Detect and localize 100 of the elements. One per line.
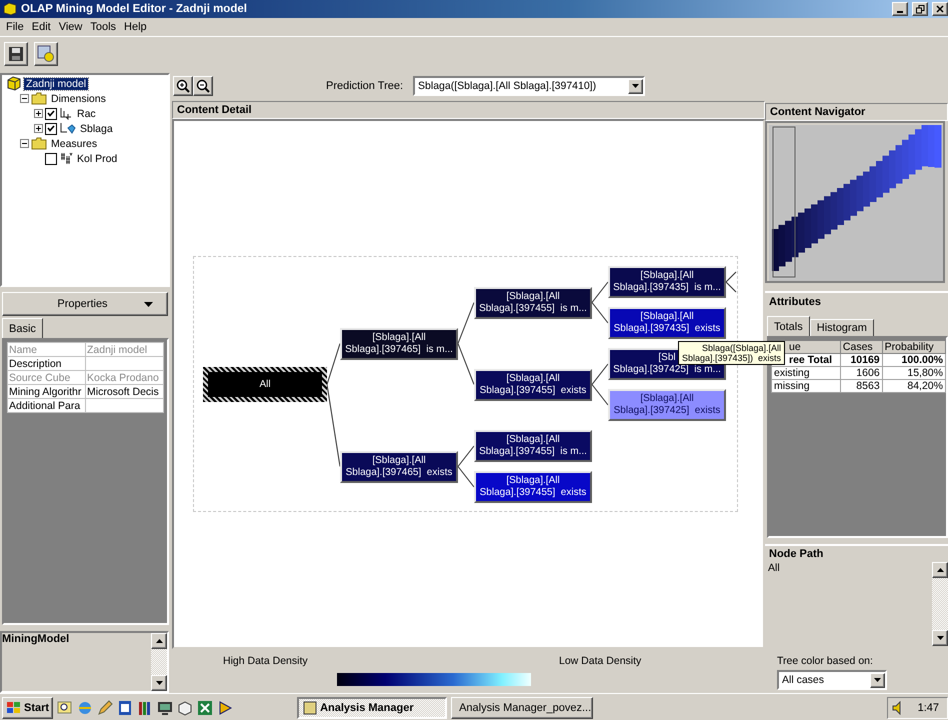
prediction-tree-dropdown[interactable]: Sblaga([Sblaga].[All Sblaga].[397410]) xyxy=(413,76,646,96)
clock: 1:47 xyxy=(918,702,939,714)
table-cell: missing xyxy=(772,380,840,392)
property-value[interactable]: Microsoft Decis xyxy=(86,384,164,398)
process-button[interactable] xyxy=(34,42,58,66)
spreadsheet-icon[interactable] xyxy=(197,700,214,716)
property-name: Source Cube xyxy=(8,370,86,384)
pencil-icon[interactable] xyxy=(97,700,114,716)
properties-button[interactable]: Properties xyxy=(2,292,168,316)
node-path-title: Node Path xyxy=(769,548,824,560)
panel-header: Content Navigator xyxy=(765,103,948,121)
connector-line xyxy=(592,282,608,303)
collapse-icon[interactable] xyxy=(20,139,29,148)
table-cell: existing xyxy=(772,366,840,380)
panel-header: Content Detail xyxy=(172,101,765,119)
connector-line xyxy=(458,446,474,467)
tree-item[interactable]: Rac xyxy=(75,108,98,120)
save-button[interactable] xyxy=(4,42,28,66)
app-icon xyxy=(303,701,318,715)
window-title: OLAP Mining Model Editor - Zadnji model xyxy=(21,3,248,15)
tree-node[interactable]: [Sblaga].[All Sblaga].[397455] exists xyxy=(474,471,592,503)
tree-node[interactable]: All xyxy=(203,367,327,402)
monitor-icon[interactable] xyxy=(157,700,174,716)
down-arrow-icon xyxy=(874,678,881,682)
collapse-icon[interactable] xyxy=(20,94,29,103)
tree-node[interactable]: [Sblaga].[All Sblaga].[397465] is m... xyxy=(340,328,458,360)
play-icon[interactable] xyxy=(217,700,234,716)
property-name: Description xyxy=(8,356,86,370)
tab[interactable]: Histogram xyxy=(810,319,874,336)
zoom-out-button[interactable] xyxy=(193,76,213,96)
zoom-in-button[interactable] xyxy=(173,76,193,96)
close-button[interactable] xyxy=(932,2,948,16)
expand-icon[interactable] xyxy=(34,124,43,133)
node-path-text: All xyxy=(768,562,781,576)
folder-icon xyxy=(31,137,47,150)
tree-item[interactable]: Sblaga xyxy=(78,122,115,134)
tooltip: Sblaga([Sblaga].[All Sblaga].[397435]) exists xyxy=(678,341,786,365)
menu-item[interactable]: File xyxy=(2,21,28,33)
tree-node[interactable]: [Sblaga].[All Sblaga].[397435] is m... xyxy=(608,266,726,298)
connector-line xyxy=(592,384,608,406)
legend-label: High Data Density xyxy=(222,655,309,669)
tree-node[interactable]: [Sblaga].[All Sblaga].[397435] exists xyxy=(608,307,726,339)
legend-label: Low Data Density xyxy=(559,655,642,669)
restore-button[interactable] xyxy=(912,2,928,16)
tree-color-dropdown[interactable]: All cases xyxy=(777,670,887,690)
tree-item[interactable]: Kol Prod xyxy=(75,152,120,164)
table-cell: 8563 xyxy=(840,380,882,392)
document-icon[interactable] xyxy=(117,700,134,716)
start-button[interactable]: Start xyxy=(2,697,54,719)
tree-item[interactable]: Measures xyxy=(49,138,100,150)
tree-node[interactable]: [Sblaga].[All Sblaga].[397425] exists xyxy=(608,389,726,421)
close-icon xyxy=(936,5,944,13)
menu-item[interactable]: Help xyxy=(120,21,151,33)
taskbar-button[interactable]: Analysis Manager_povez... xyxy=(451,697,594,719)
navigator-overview-drawing[interactable] xyxy=(765,121,945,283)
property-name: Name xyxy=(8,342,86,356)
column-header: Cases xyxy=(840,340,882,354)
tree-node[interactable]: [Sblaga].[All Sblaga].[397455] exists xyxy=(474,368,592,400)
menu-item[interactable]: View xyxy=(54,21,86,33)
checkbox[interactable] xyxy=(45,152,57,164)
checkbox[interactable] xyxy=(45,108,57,120)
menu-item[interactable]: Edit xyxy=(28,21,55,33)
connector-line xyxy=(592,364,608,385)
up-arrow-icon xyxy=(156,639,162,643)
description-title: MiningModel xyxy=(2,633,70,647)
tree-node[interactable]: [Sblaga].[All Sblaga].[397455] is m... xyxy=(474,286,592,318)
table-cell: 10169 xyxy=(840,354,882,366)
attributes-title: Attributes xyxy=(768,295,822,310)
table-cell: 15,80% xyxy=(882,366,946,380)
tree-color-label: Tree color based on: xyxy=(777,655,874,667)
tab[interactable]: Basic xyxy=(2,318,43,338)
axis-diamond-icon xyxy=(59,122,76,135)
scrollbar[interactable] xyxy=(151,633,167,691)
minimize-button[interactable] xyxy=(892,2,908,16)
axis-icon xyxy=(59,107,73,120)
flag-icon xyxy=(6,701,22,715)
down-arrow-icon xyxy=(936,636,944,640)
up-arrow-icon xyxy=(936,568,944,572)
tree-node[interactable]: [Sblaga].[All Sblaga].[397455] is m... xyxy=(474,430,592,462)
column-header: Probability xyxy=(882,340,946,354)
cube-icon xyxy=(3,2,17,16)
restore-icon xyxy=(916,4,924,14)
cube-icon[interactable] xyxy=(177,700,194,716)
table-cell: 1606 xyxy=(840,366,882,380)
tree-node[interactable]: [Sblaga].[All Sblaga].[397465] exists xyxy=(340,450,458,482)
table-cell: 84,20% xyxy=(882,380,946,392)
folder-icon xyxy=(31,92,47,105)
cube-icon xyxy=(6,76,22,91)
tab[interactable]: Totals xyxy=(767,316,810,336)
checkbox[interactable] xyxy=(45,122,57,134)
property-name: Mining Algorithr xyxy=(8,384,86,398)
down-arrow-icon xyxy=(632,84,640,88)
scrollbar[interactable] xyxy=(932,562,948,646)
connector-line xyxy=(458,302,474,344)
tree-item[interactable]: Zadnji model xyxy=(24,78,88,90)
expand-icon[interactable] xyxy=(34,109,43,118)
connector-line xyxy=(458,466,474,488)
tree-item[interactable]: Dimensions xyxy=(49,92,108,104)
menu-item[interactable]: Tools xyxy=(86,21,120,33)
taskbar-button[interactable]: Analysis Manager xyxy=(297,697,448,719)
